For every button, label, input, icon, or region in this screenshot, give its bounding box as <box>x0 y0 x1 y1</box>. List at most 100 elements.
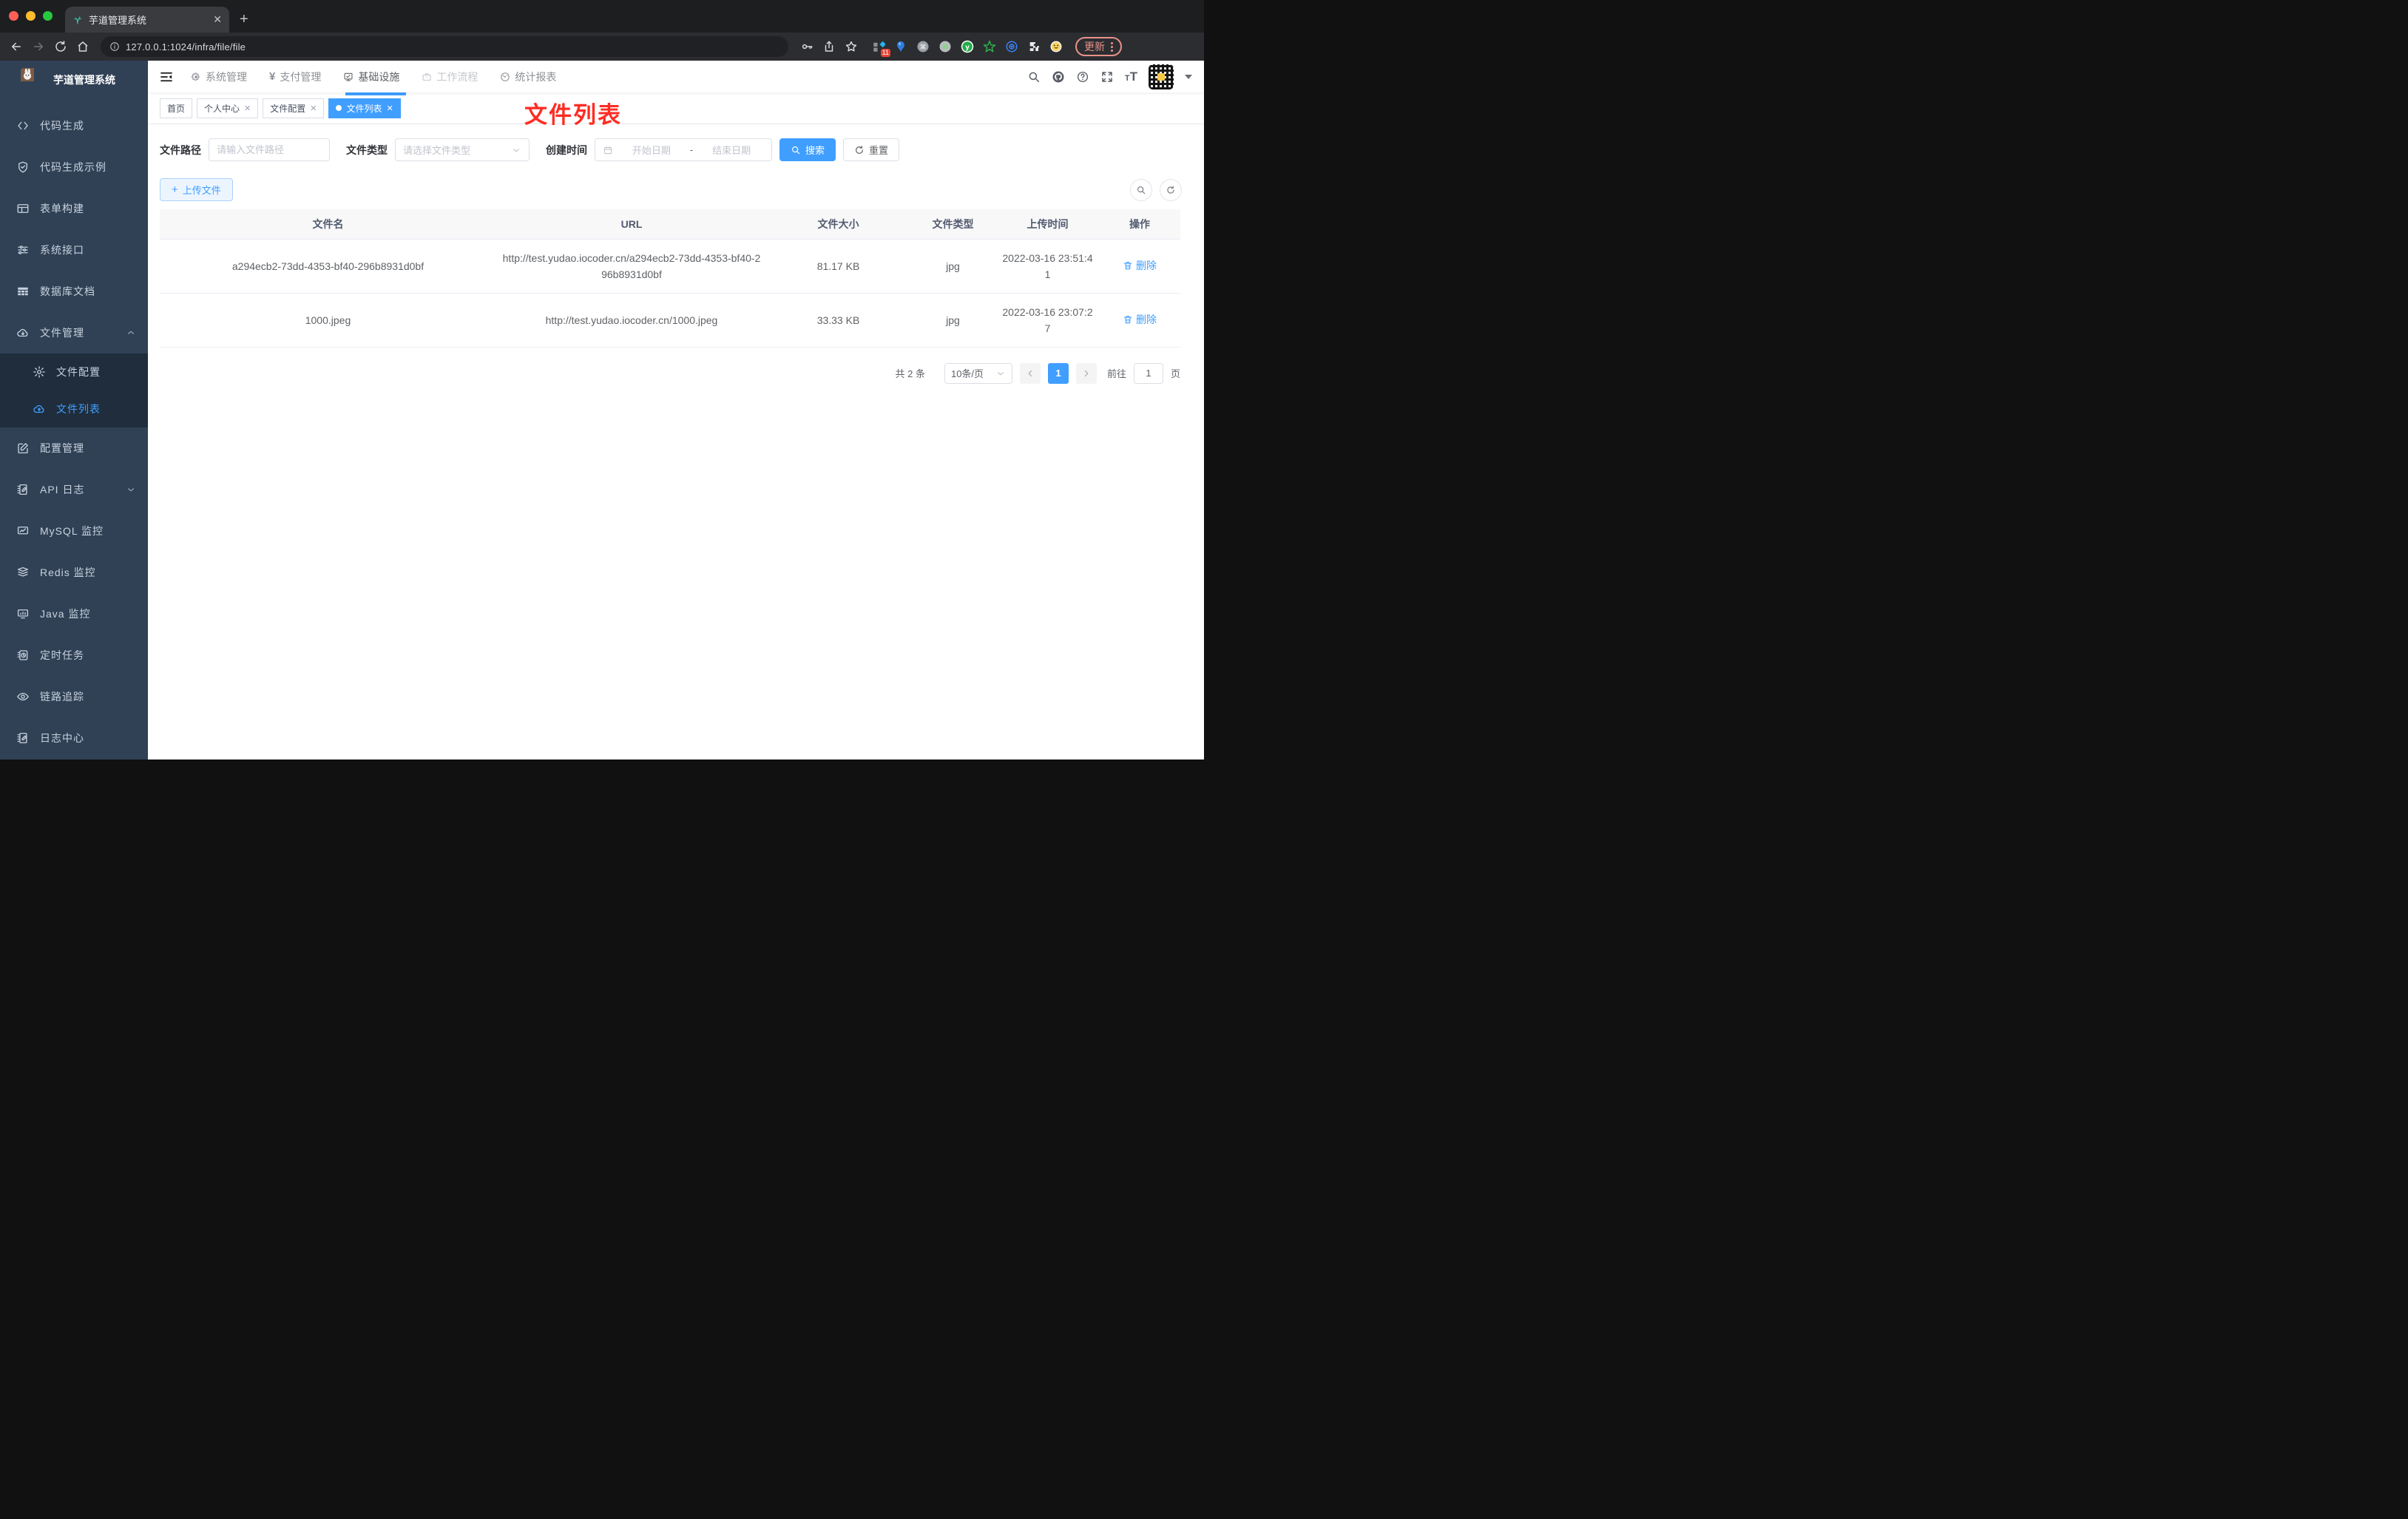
sidebar-item-java-monitor[interactable]: Java 监控 <box>0 593 148 635</box>
sidebar-item-file-list[interactable]: 文件列表 <box>0 390 148 427</box>
next-page-button[interactable] <box>1075 362 1097 384</box>
extension-balloon-icon[interactable] <box>893 39 908 54</box>
close-window-button[interactable] <box>9 11 18 21</box>
svg-text:⌘: ⌘ <box>920 44 927 51</box>
browser-tab[interactable]: 芋道管理系统 ✕ <box>65 7 229 33</box>
tag-close-icon[interactable]: ✕ <box>310 104 317 113</box>
fullscreen-icon[interactable] <box>1100 70 1114 84</box>
delete-button[interactable]: 删除 <box>1123 257 1157 274</box>
tab-close-icon[interactable]: ✕ <box>213 13 222 26</box>
avatar-caret-icon[interactable] <box>1185 74 1192 79</box>
top-menu-system[interactable]: 系统管理 <box>191 70 247 84</box>
monitor-check-icon <box>343 72 354 82</box>
delete-button[interactable]: 删除 <box>1123 311 1157 328</box>
tag-profile[interactable]: 个人中心 ✕ <box>197 98 259 118</box>
page-number-current[interactable]: 1 <box>1047 362 1069 384</box>
address-bar[interactable]: 127.0.0.1:1024/infra/file/file <box>101 36 788 57</box>
sidebar-item-log-center[interactable]: 日志中心 <box>0 717 148 759</box>
passwords-key-icon[interactable] <box>800 40 814 53</box>
sidebar-item-db-doc[interactable]: 数据库文档 <box>0 271 148 312</box>
start-date-placeholder[interactable]: 开始日期 <box>619 143 684 157</box>
date-range-picker[interactable]: 开始日期 - 结束日期 <box>595 138 772 161</box>
header-search-icon[interactable] <box>1027 70 1041 84</box>
sidebar-item-file-config[interactable]: 文件配置 <box>0 353 148 390</box>
search-button[interactable]: 搜索 <box>779 138 836 161</box>
eye-icon <box>16 690 30 703</box>
file-table: 文件名 URL 文件大小 文件类型 上传时间 操作 a294ecb2-73dd-… <box>160 209 1180 348</box>
font-size-icon[interactable]: TT <box>1125 70 1137 83</box>
cell-url: http://test.yudao.iocoder.cn/1000.jpeg <box>496 293 767 348</box>
sidebar-item-scheduled-task[interactable]: 定时任务 <box>0 635 148 676</box>
sidebar-item-form-builder[interactable]: 表单构建 <box>0 188 148 229</box>
reload-button[interactable] <box>52 38 70 55</box>
home-button[interactable] <box>74 38 92 55</box>
top-menu-report[interactable]: 统计报表 <box>500 70 556 84</box>
table-header-row: 文件名 URL 文件大小 文件类型 上传时间 操作 <box>160 209 1180 240</box>
monitor-bars-icon <box>16 607 30 620</box>
extension-command-icon[interactable]: ⌘ <box>916 39 930 54</box>
extension-grid-icon[interactable]: 11 <box>871 39 890 57</box>
zoom-window-button[interactable] <box>43 11 53 21</box>
url-text[interactable]: 127.0.0.1:1024/infra/file/file <box>126 41 246 53</box>
extension-y-icon[interactable]: y <box>960 39 975 54</box>
traffic-lights <box>9 11 53 21</box>
back-button[interactable] <box>7 38 25 55</box>
sidebar-item-file-manage[interactable]: 文件管理 <box>0 312 148 353</box>
sidebar-item-trace[interactable]: 链路追踪 <box>0 676 148 717</box>
goto-page-input[interactable] <box>1134 363 1163 383</box>
share-icon[interactable] <box>822 40 836 53</box>
end-date-placeholder[interactable]: 结束日期 <box>699 143 764 157</box>
sidebar-logo[interactable]: 芋道管理系统 <box>0 61 148 99</box>
forward-button[interactable] <box>30 38 47 55</box>
sidebar-item-redis-monitor[interactable]: Redis 监控 <box>0 552 148 593</box>
sidebar-item-mysql-monitor[interactable]: MySQL 监控 <box>0 510 148 552</box>
tag-close-icon[interactable]: ✕ <box>244 104 251 113</box>
log-edit-icon <box>16 731 30 745</box>
sidebar-item-api-log[interactable]: API 日志 <box>0 469 148 510</box>
bookmark-star-icon[interactable] <box>845 40 858 53</box>
prev-page-button[interactable] <box>1019 362 1041 384</box>
cell-file-type: jpg <box>910 293 996 348</box>
site-info-icon[interactable] <box>109 41 120 52</box>
new-tab-button[interactable]: + <box>240 11 248 28</box>
avatar[interactable] <box>1149 64 1174 89</box>
col-file-name: 文件名 <box>160 209 496 240</box>
sidebar-collapse-icon[interactable] <box>160 70 173 84</box>
gear-icon <box>33 365 46 379</box>
file-type-select[interactable]: 请选择文件类型 <box>395 138 530 161</box>
tag-close-icon[interactable]: ✕ <box>387 104 393 113</box>
minimize-window-button[interactable] <box>26 11 35 21</box>
goto-label: 前往 <box>1106 368 1126 379</box>
help-icon[interactable] <box>1076 70 1089 84</box>
sidebar-item-system-api[interactable]: 系统接口 <box>0 229 148 271</box>
browser-menu-kebab-icon[interactable] <box>1111 41 1113 52</box>
page-content: 文件路径 文件类型 请选择文件类型 创建时间 开始日期 - 结束日期 <box>148 124 1204 384</box>
cell-file-size: 33.33 KB <box>767 293 910 348</box>
sidebar-item-code-generate[interactable]: 代码生成 <box>0 105 148 146</box>
page-size-select[interactable]: 10条/页 <box>944 362 1012 384</box>
refresh-button[interactable] <box>1160 178 1182 201</box>
chevron-down-icon <box>126 484 136 495</box>
top-menu-workflow[interactable]: 工作流程 <box>422 70 478 84</box>
file-path-input[interactable] <box>217 144 322 155</box>
active-tab-indicator <box>345 92 406 95</box>
extensions-puzzle-icon[interactable] <box>1027 39 1041 54</box>
sidebar-item-config-manage[interactable]: 配置管理 <box>0 427 148 469</box>
browser-update-button[interactable]: 更新 <box>1075 37 1122 56</box>
update-label: 更新 <box>1084 41 1105 53</box>
extension-star-icon[interactable] <box>982 39 997 54</box>
tag-file-config[interactable]: 文件配置 ✕ <box>263 98 325 118</box>
sidebar-item-code-demo[interactable]: 代码生成示例 <box>0 146 148 188</box>
extension-emoji-icon[interactable] <box>1049 39 1063 54</box>
github-icon[interactable] <box>1052 70 1065 84</box>
col-file-size: 文件大小 <box>767 209 910 240</box>
tag-home[interactable]: 首页 <box>160 98 193 118</box>
extension-dot-icon[interactable] <box>938 39 953 54</box>
upload-file-button[interactable]: + 上传文件 <box>160 178 233 201</box>
top-menu-pay[interactable]: ¥ 支付管理 <box>269 70 321 84</box>
tag-file-list[interactable]: 文件列表 ✕ <box>328 98 401 118</box>
toggle-search-button[interactable] <box>1130 178 1152 201</box>
extension-eye-icon[interactable] <box>1004 39 1019 54</box>
top-menu-infra[interactable]: 基础设施 <box>343 70 399 84</box>
reset-button[interactable]: 重置 <box>843 138 900 161</box>
